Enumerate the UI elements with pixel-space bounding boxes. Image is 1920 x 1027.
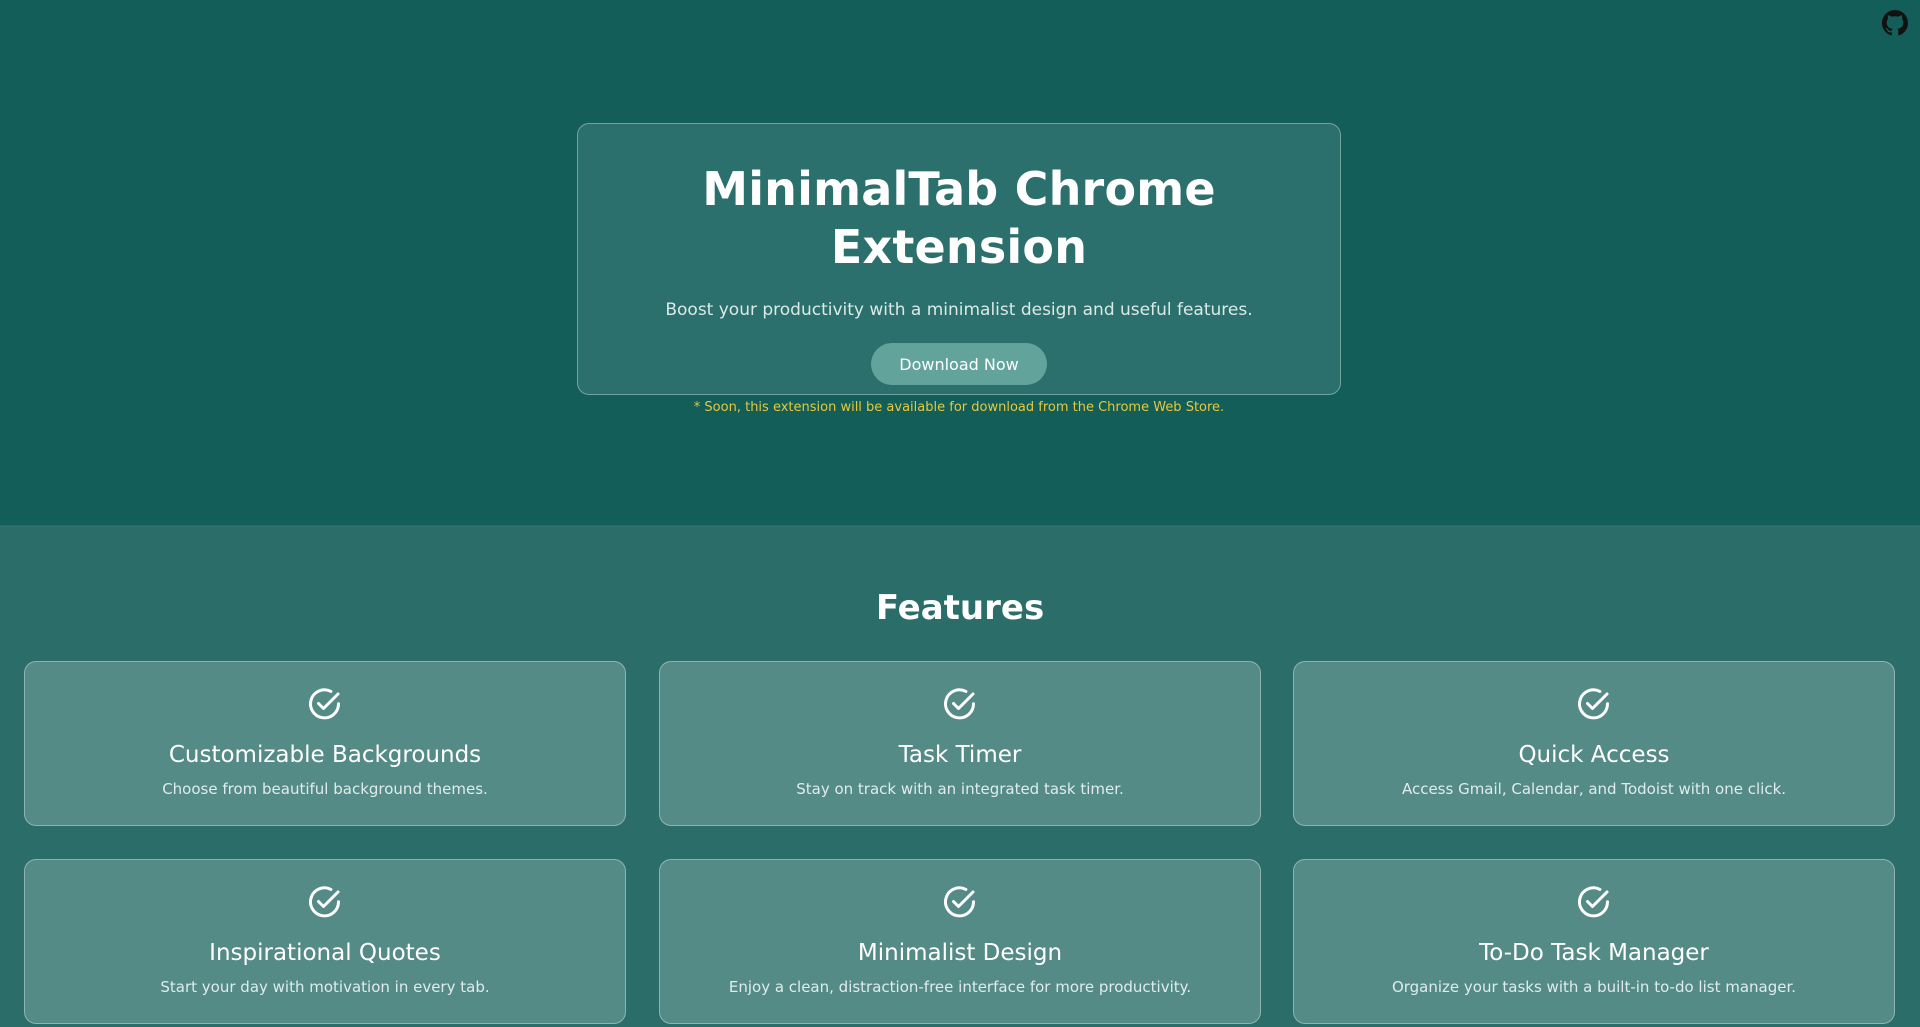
feature-card-minimalist-design: Minimalist Design Enjoy a clean, distrac… — [659, 859, 1261, 1024]
feature-card-customizable-backgrounds: Customizable Backgrounds Choose from bea… — [24, 661, 626, 826]
feature-title: Minimalist Design — [857, 940, 1063, 966]
check-circle-icon — [1578, 688, 1610, 720]
feature-description: Access Gmail, Calendar, and Todoist with… — [1401, 780, 1787, 798]
check-circle-icon — [309, 688, 341, 720]
feature-card-quick-access: Quick Access Access Gmail, Calendar, and… — [1293, 661, 1895, 826]
features-section: Features Customizable Backgrounds Choose… — [0, 525, 1920, 1027]
feature-description: Choose from beautiful background themes. — [162, 780, 488, 798]
feature-card-todo-task-manager: To-Do Task Manager Organize your tasks w… — [1293, 859, 1895, 1024]
feature-title: Quick Access — [1518, 742, 1670, 768]
feature-title: Task Timer — [898, 742, 1022, 768]
github-link[interactable] — [1882, 10, 1908, 36]
features-title: Features — [875, 588, 1045, 628]
hero-section: MinimalTab Chrome Extension Boost your p… — [0, 0, 1920, 525]
page-title: MinimalTab Chrome Extension — [702, 162, 1216, 274]
feature-description: Stay on track with an integrated task ti… — [796, 780, 1124, 798]
check-circle-icon — [309, 886, 341, 918]
feature-card-inspirational-quotes: Inspirational Quotes Start your day with… — [24, 859, 626, 1024]
feature-title: Customizable Backgrounds — [168, 742, 482, 768]
github-icon — [1882, 10, 1908, 36]
feature-title: To-Do Task Manager — [1479, 940, 1709, 966]
feature-title: Inspirational Quotes — [209, 940, 441, 966]
feature-description: Organize your tasks with a built-in to-d… — [1391, 978, 1797, 996]
hero-card: MinimalTab Chrome Extension Boost your p… — [577, 123, 1341, 415]
hero-subtitle: Boost your productivity with a minimalis… — [665, 300, 1253, 320]
check-circle-icon — [944, 886, 976, 918]
feature-description: Enjoy a clean, distraction-free interfac… — [728, 978, 1192, 996]
check-circle-icon — [944, 688, 976, 720]
feature-description: Start your day with motivation in every … — [160, 978, 490, 996]
download-button[interactable]: Download Now — [871, 343, 1047, 385]
feature-card-task-timer: Task Timer Stay on track with an integra… — [659, 661, 1261, 826]
availability-note: * Soon, this extension will be available… — [693, 400, 1225, 415]
check-circle-icon — [1578, 886, 1610, 918]
